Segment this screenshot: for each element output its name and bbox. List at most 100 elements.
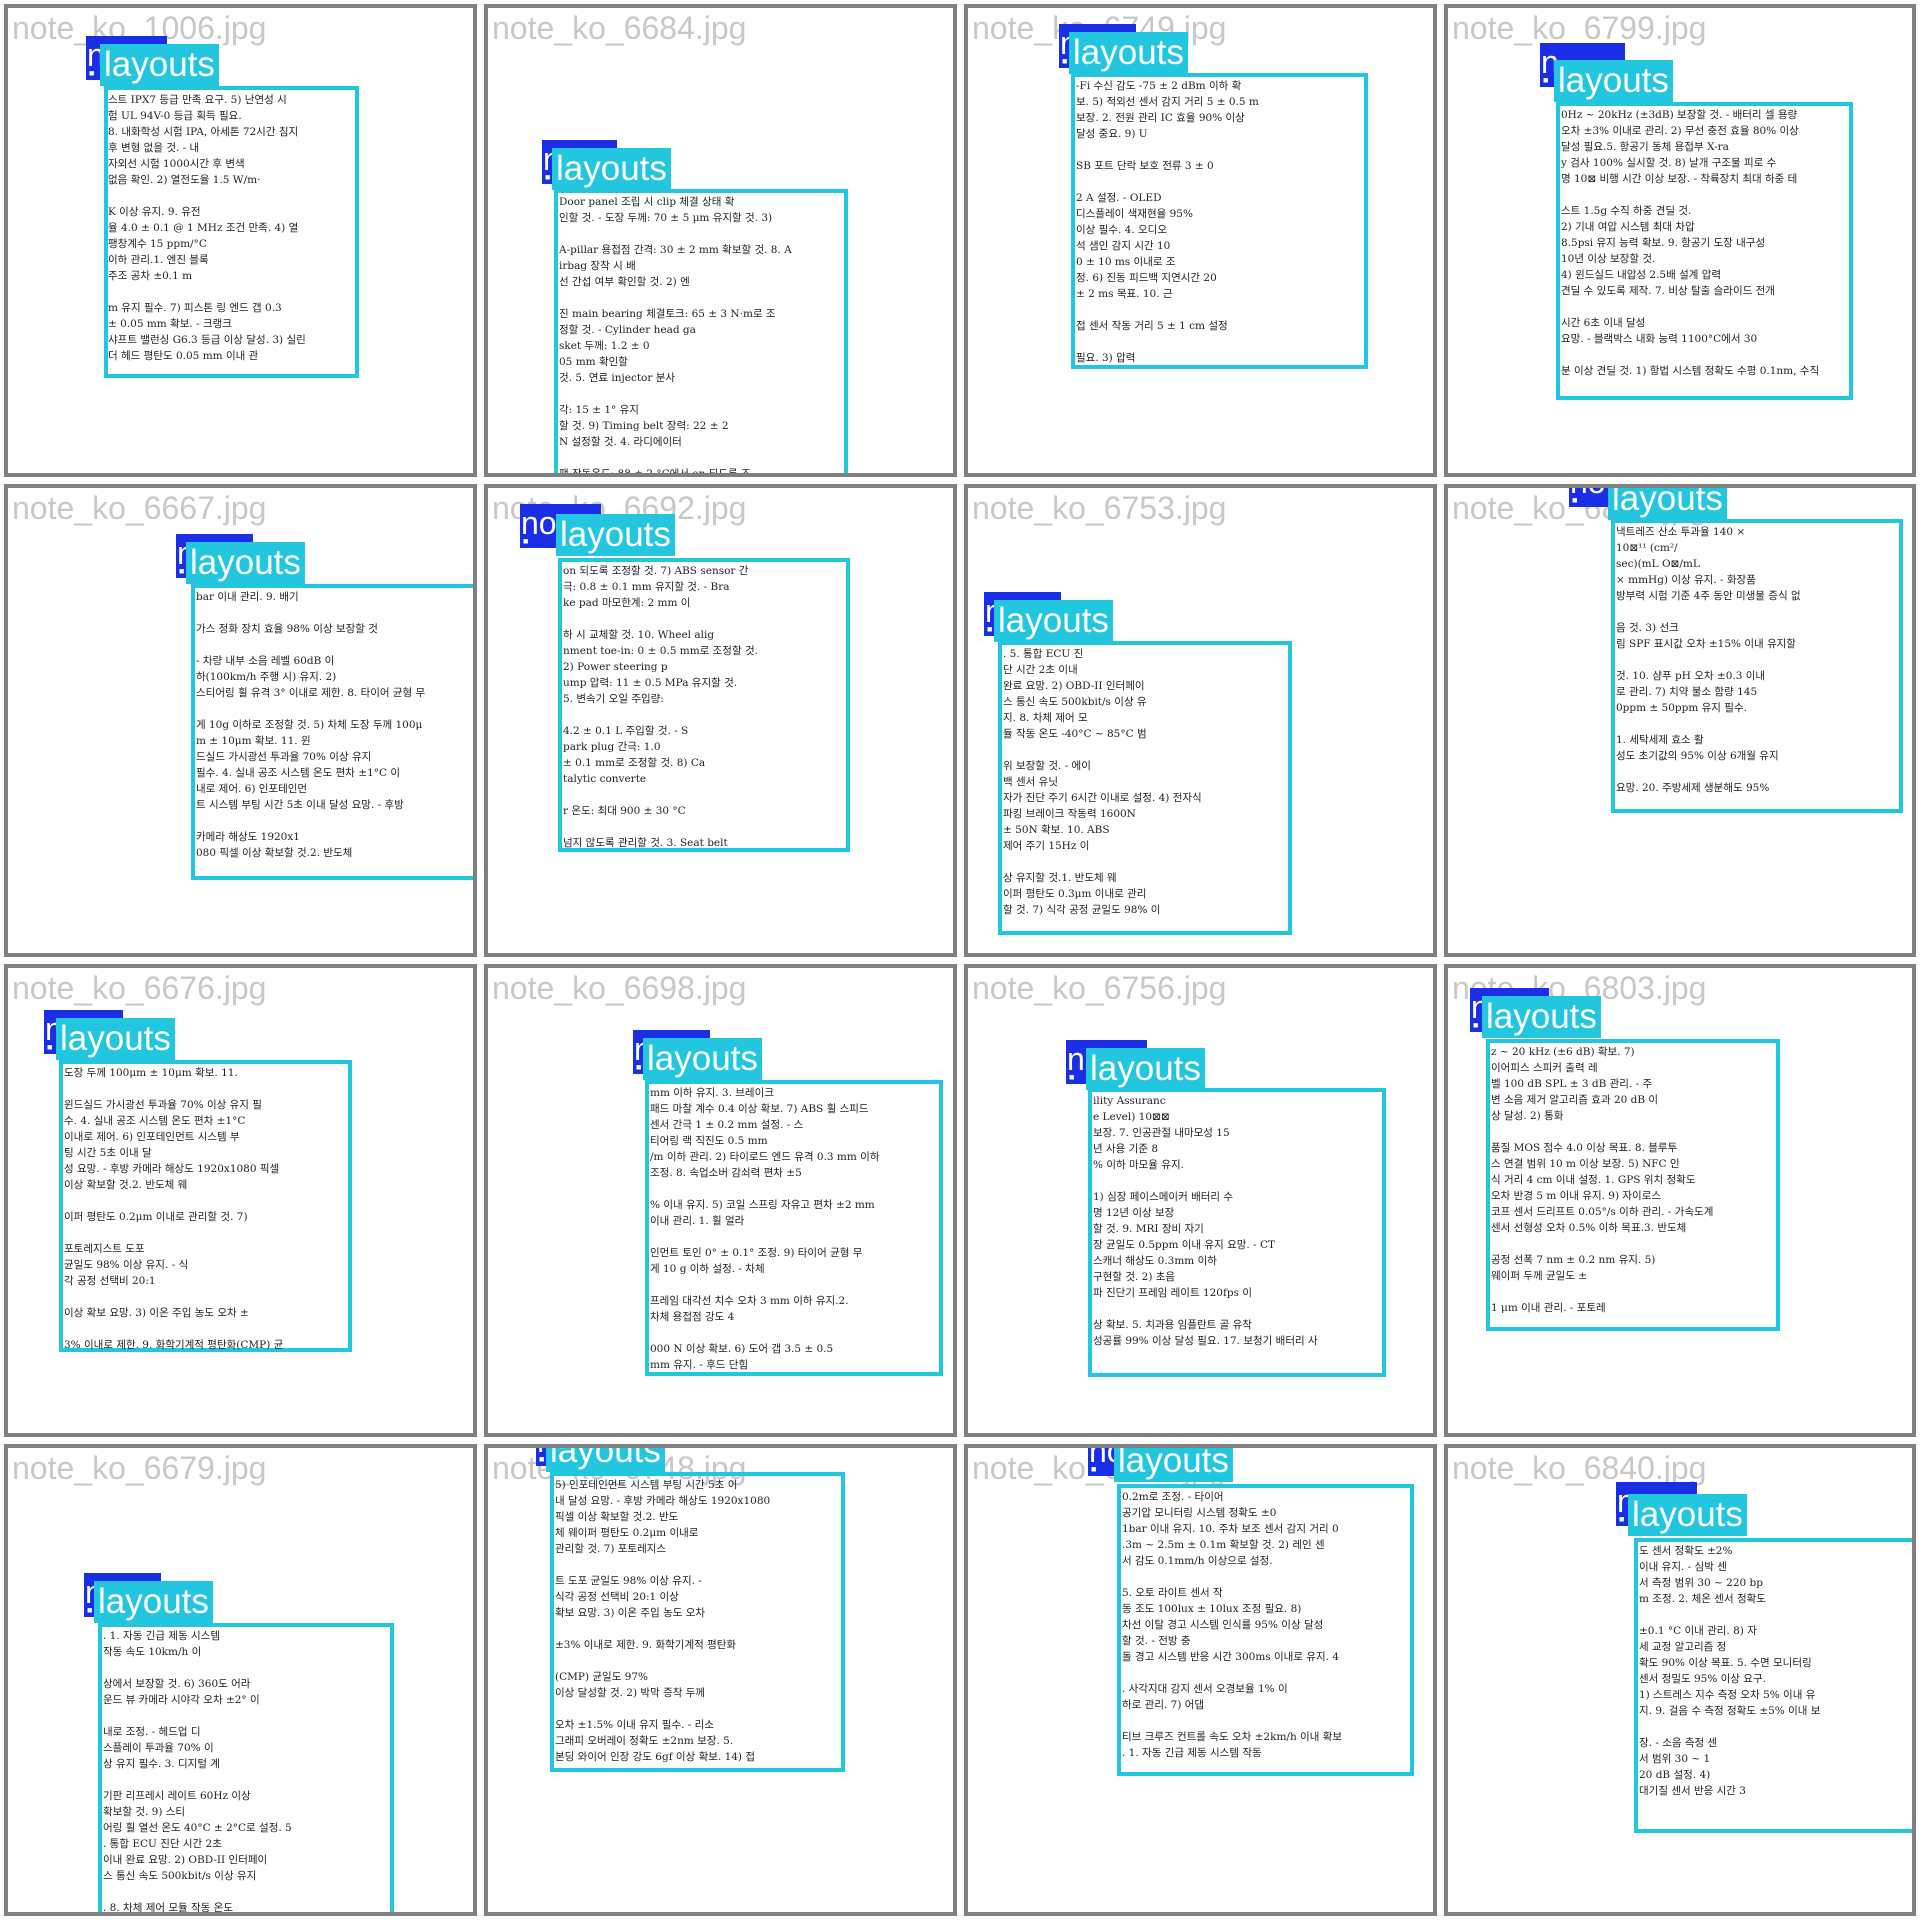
grid-tile: note_ko_6684.jpg Door panel 조립 시 clip 체결…	[484, 4, 957, 477]
text-line	[1093, 1301, 1381, 1317]
text-line	[108, 284, 353, 300]
filename-label: note_ko_6676.jpg	[12, 970, 267, 1006]
text-line: nment toe-in: 0 ± 0.5 mm로 조정할 것.	[563, 645, 758, 657]
text-line: 체 웨이퍼 평탄도 0.2μm 이내로	[555, 1527, 699, 1539]
text-line	[1561, 347, 1848, 363]
text-line: park plug 간극: 1.0	[563, 741, 661, 753]
text-line: 0ppm ± 50ppm 유지 필수.	[1616, 702, 1747, 714]
text-line: m ± 10μm 확보. 11. 윈	[196, 735, 311, 747]
score-mark: ■	[987, 624, 993, 634]
text-line: 팽창계수 15 ppm/°C	[108, 238, 207, 250]
text-line: 장. - 소음 측정 센	[1639, 1737, 1718, 1749]
document-text: mm 이하 유지. 3. 브레이크 패드 마찰 계수 0.4 이상 확보. 7) …	[650, 1085, 938, 1373]
text-line: 1 μm 이내 관리. - 포토레	[1491, 1302, 1606, 1314]
document-text: z ~ 20 kHz (±6 dB) 확보. 7) 이어피스 스피커 출력 레벨 …	[1491, 1044, 1775, 1329]
text-line: ump 압력: 11 ± 0.5 MPa 유지할 것.	[563, 677, 738, 689]
text-line: 명 10⊠ 비행 시간 이상 보장. - 착륙장치 최대 하중 테	[1561, 173, 1798, 185]
filename-label: note_ko_6684.jpg	[492, 10, 747, 46]
text-line: 관리할 것. 7) 포토레지스	[555, 1543, 667, 1555]
text-line	[1639, 1719, 1912, 1735]
text-line: 팬 작동온도: 88 ± 2 °C에서 on 되도록 조	[559, 468, 751, 477]
text-line: 이상 필수. 4. 오디오	[1076, 224, 1167, 236]
text-line	[64, 1225, 347, 1241]
text-line	[1639, 1607, 1912, 1623]
text-line	[563, 819, 845, 835]
text-line: 내로 제어. 6) 인포테인먼	[196, 783, 308, 795]
text-line: 상 달성. 2) 통화	[1491, 1110, 1564, 1122]
layout-label: layouts	[1482, 996, 1601, 1038]
text-line: /m 이하 관리. 2) 타이로드 엔드 유격 0.3 mm 이하	[650, 1151, 880, 1163]
text-line: mm 유지. - 후드 단힘	[650, 1359, 749, 1371]
layout-label: layouts	[1069, 32, 1188, 74]
text-line	[559, 226, 843, 242]
text-line	[1003, 854, 1287, 870]
text-line: ±3% 이내로 제한. 9. 화학기계적 평탄화	[555, 1639, 737, 1651]
text-line: m 조정. 2. 체온 센서 정확도	[1639, 1593, 1766, 1605]
text-line	[64, 1289, 347, 1305]
text-line: ±0.1 °C 이내 관리. 8) 자	[1639, 1625, 1757, 1637]
text-line: 정할 것. - Cylinder head ga	[559, 324, 696, 336]
grid-tile: note_ko_6748.jpg 5) 인포테인먼트 시스템 부팅 시간 5초 …	[484, 1444, 957, 1916]
text-line	[555, 1653, 840, 1669]
text-line: . 8. 차체 제어 모듈 작동 온도	[103, 1902, 233, 1914]
text-line: 스 통신 속도 500kbit/s 이상 유지	[103, 1870, 257, 1882]
text-line: 달성 필요.5. 항공기 동체 용접부 X-ra	[1561, 141, 1729, 153]
text-line: 기판 리프레시 레이트 60Hz 이상	[103, 1790, 251, 1802]
text-line: 5. 변속기 오일 주입량:	[563, 693, 664, 705]
text-line: 서 감도 0.1mm/h 이상으로 설정.	[1122, 1555, 1273, 1567]
text-line	[650, 1229, 938, 1245]
score-mark: ■	[87, 1605, 93, 1615]
text-line: ± 50N 확보. 10. ABS	[1003, 824, 1110, 836]
text-line: 제어 주기 15Hz 이	[1003, 840, 1090, 852]
text-line	[108, 188, 353, 204]
text-line: 상에서 보장할 것. 6) 360도 어라	[103, 1678, 251, 1690]
text-line: 10년 이상 보장할 것.	[1561, 253, 1656, 265]
text-line: . 1. 자동 긴급 제동 시스템	[103, 1630, 220, 1642]
grid-tile: note_ko_1006.jpg 스트 IPX7 등급 만족 요구. 5) 난연…	[4, 4, 477, 477]
document-text: 0.2m로 조정. - 타이어 공기압 모니터링 시스템 정확도 ±0 1bar 이…	[1122, 1489, 1409, 1774]
text-line: 05 mm 확인할	[559, 356, 628, 368]
text-line	[196, 701, 473, 717]
text-line: 1bar 이내 유지. 10. 주차 보조 센서 감지 거리 0	[1122, 1523, 1339, 1535]
text-line: 트 시스템 부팅 시간 5초 이내 달성 요망. - 후방	[196, 799, 404, 811]
text-line	[555, 1701, 840, 1717]
text-line: 하(100km/h 주행 시) 유지. 2)	[196, 671, 337, 683]
text-line: 3% 이내로 제한. 9. 화학기계적 평탄화(CMP) 균	[64, 1339, 284, 1350]
text-line: 백 센서 유닛	[1003, 776, 1058, 788]
document-text: ility Assuranc e Level) 10⊠⊠ 보장. 7. 인공관절 내…	[1093, 1093, 1381, 1373]
text-line: 20 dB 설정. 4)	[1639, 1769, 1711, 1781]
text-line: 내 달성 요망. - 후방 카메라 해상도 1920x1080	[555, 1495, 771, 1507]
text-line: 위 보장할 것. - 에이	[1003, 760, 1091, 772]
text-line: 로 관리. 7) 치약 불소 함량 145	[1616, 686, 1758, 698]
layout-label: layouts	[552, 148, 671, 190]
text-line: 필수. 4. 실내 공조 시스템 온도 편차 ±1°C 이	[196, 767, 401, 779]
text-line: 더 헤드 평탄도 0.05 mm 이내 관	[108, 350, 259, 362]
text-line	[1616, 604, 1898, 620]
text-line: 가스 정화 장치 효율 98% 이상 보장할 것	[196, 623, 378, 635]
score-mark: ■	[1572, 495, 1578, 505]
text-line: 것. 10. 샴푸 pH 오차 ±0.3 이내	[1616, 670, 1766, 682]
text-line: % 이내 유지. 5) 코일 스프링 자유고 편차 ±2 mm	[650, 1199, 875, 1211]
text-line: 장 균일도 0.5ppm 이내 유지 요망. - CT	[1093, 1239, 1275, 1251]
text-line: 필요. 3) 압력	[1076, 352, 1136, 364]
text-line	[1076, 174, 1363, 190]
text-line	[103, 1884, 389, 1900]
layout-label: layouts	[186, 542, 305, 584]
document-text: bar 이내 관리. 9. 배기 가스 정화 장치 효율 98% 이상 보장할 …	[196, 589, 473, 879]
text-line: - 차량 내부 소음 레벨 60dB 이	[196, 655, 335, 667]
filename-label: note_ko_6756.jpg	[972, 970, 1227, 1006]
text-line	[64, 1321, 347, 1337]
text-line: 돌 경고 시스템 반응 시간 300ms 이내로 유지. 4	[1122, 1651, 1340, 1663]
document-text: Door panel 조립 시 clip 체결 상태 확 인할 것. - 도장 두…	[559, 194, 843, 477]
text-line: 1. 세탁세제 효소 활	[1616, 734, 1704, 746]
text-line: sket 두께: 1.2 ± 0	[559, 340, 650, 352]
text-line: 확보할 것. 9) 스티	[103, 1806, 186, 1818]
text-line: 것. 5. 연료 injector 분사	[559, 372, 676, 384]
text-line: ility Assuranc	[1093, 1095, 1166, 1107]
text-line: 도장 두께 100μm ± 10μm 확보. 11.	[64, 1067, 238, 1079]
layout-label: layouts	[643, 1038, 762, 1080]
text-line: 1) 스트레스 지수 측정 오차 5% 이내 유	[1639, 1689, 1816, 1701]
text-line: 스티어링 휠 유격 3° 이내로 제한. 8. 타이어 균형 무	[196, 687, 426, 699]
text-line: 2) 기내 여압 시스템 최대 차압	[1561, 221, 1695, 233]
text-line: 지. 8. 차체 제어 모	[1003, 712, 1088, 724]
